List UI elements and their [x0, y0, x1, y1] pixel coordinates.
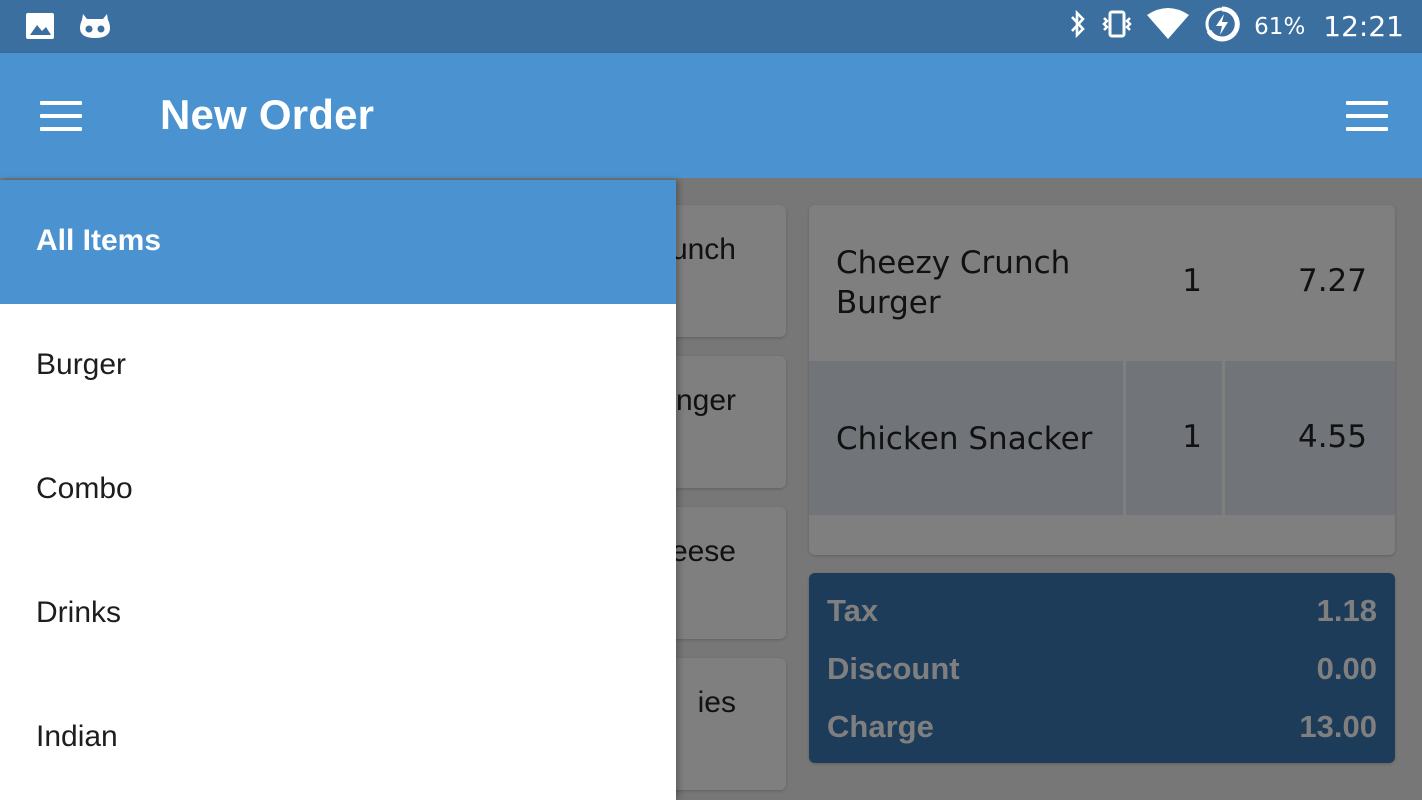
- bluetooth-icon: [1068, 8, 1088, 45]
- drawer-item-label: Indian: [36, 720, 118, 753]
- drawer-item-label: Drinks: [36, 596, 122, 629]
- status-bar: 61% 12:21: [0, 0, 1422, 53]
- gallery-icon: [24, 10, 56, 47]
- page-title: New Order: [160, 91, 375, 138]
- cyanogen-icon: [78, 10, 112, 47]
- app-bar: New Order: [0, 53, 1422, 178]
- battery-charging-icon: [1204, 6, 1240, 47]
- vibrate-icon: [1102, 8, 1132, 45]
- wifi-icon: [1146, 7, 1190, 46]
- clock: 12:21: [1323, 10, 1404, 43]
- drawer-item-combo[interactable]: Combo: [0, 428, 676, 552]
- drawer-item-label: All Items: [36, 224, 162, 257]
- drawer-item-drinks[interactable]: Drinks: [0, 552, 676, 676]
- menu-icon[interactable]: [40, 101, 84, 131]
- drawer-item-burger[interactable]: Burger: [0, 304, 676, 428]
- overflow-menu-icon[interactable]: [1346, 101, 1390, 131]
- battery-percent: 61%: [1254, 13, 1306, 40]
- drawer-item-label: Combo: [36, 472, 133, 505]
- navigation-drawer: All Items Burger Combo Drinks Indian: [0, 180, 676, 800]
- drawer-item-indian[interactable]: Indian: [0, 676, 676, 800]
- drawer-item-all-items[interactable]: All Items: [0, 180, 676, 304]
- drawer-item-label: Burger: [36, 348, 127, 381]
